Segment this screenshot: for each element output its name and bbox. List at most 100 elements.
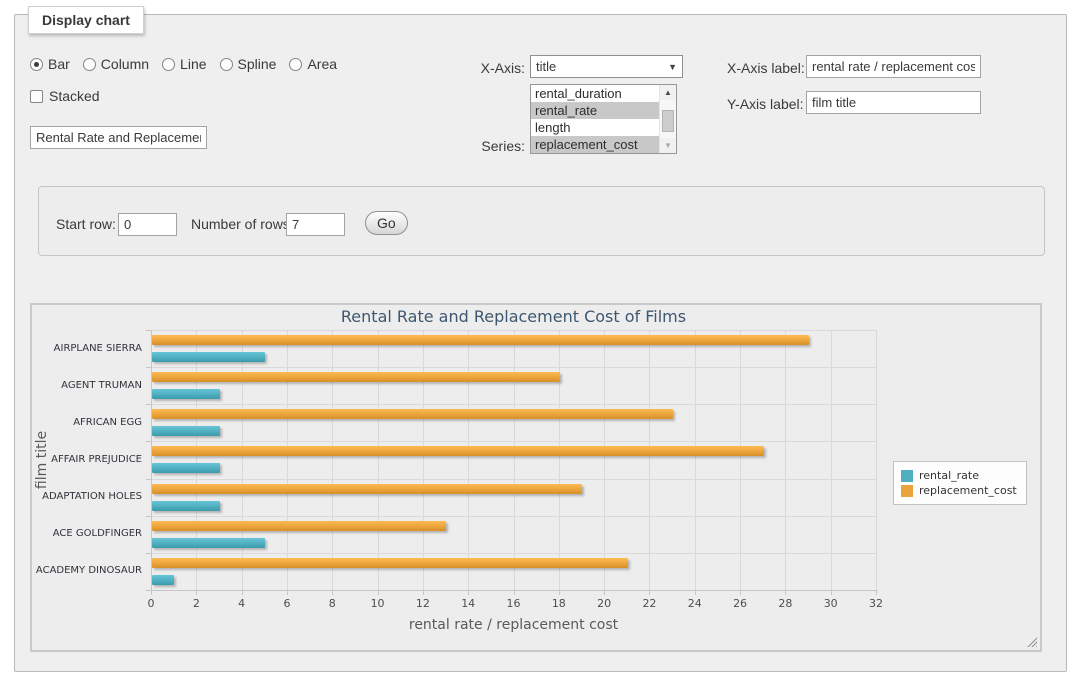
num-rows-label: Number of rows: <box>191 216 294 232</box>
y-axis-label-input[interactable] <box>806 91 981 114</box>
bar-replacement-cost <box>152 409 673 419</box>
radio-label: Column <box>101 56 149 72</box>
gridline <box>151 441 876 442</box>
checkbox-icon[interactable] <box>30 90 43 103</box>
scroll-up-icon[interactable]: ▲ <box>660 85 676 100</box>
category-label: AFFAIR PREJUDICE <box>32 454 142 465</box>
bar-replacement-cost <box>152 521 446 531</box>
category-label: ADAPTATION HOLES <box>32 491 142 502</box>
series-scrollbar[interactable]: ▲ ▼ <box>659 85 676 153</box>
x-tick-label: 28 <box>772 597 798 610</box>
x-tick-label: 8 <box>319 597 345 610</box>
radio-label: Area <box>307 56 337 72</box>
x-tick-label: 4 <box>229 597 255 610</box>
series-option-rental-rate[interactable]: rental_rate <box>531 102 659 119</box>
legend-item-replacement-cost[interactable]: replacement_cost <box>901 484 1017 497</box>
gridline <box>151 516 876 517</box>
gridline <box>332 330 333 590</box>
bar-rental-rate <box>152 426 220 436</box>
gridline <box>604 330 605 590</box>
radio-icon[interactable] <box>289 58 302 71</box>
x-axis-label-label: X-Axis label: <box>727 60 805 76</box>
rows-panel: Start row: Number of rows: Go <box>38 186 1045 256</box>
series-option-rental-duration[interactable]: rental_duration <box>531 85 659 102</box>
bar-rental-rate <box>152 463 220 473</box>
chart-title-input[interactable] <box>30 126 207 149</box>
x-tick-label: 24 <box>682 597 708 610</box>
gridline <box>151 553 876 554</box>
gridline <box>151 479 876 480</box>
legend-label: replacement_cost <box>919 484 1017 497</box>
x-tick-label: 10 <box>365 597 391 610</box>
radio-label: Line <box>180 56 206 72</box>
bar-replacement-cost <box>152 558 628 568</box>
category-label: AFRICAN EGG <box>32 417 142 428</box>
gridline <box>785 330 786 590</box>
gridline <box>378 330 379 590</box>
chart-type-radio-spline[interactable]: Spline <box>220 56 277 72</box>
category-label: ACE GOLDFINGER <box>32 528 142 539</box>
fieldset-legend: Display chart <box>28 6 144 34</box>
go-button[interactable]: Go <box>365 211 408 235</box>
gridline <box>196 330 197 590</box>
stacked-label: Stacked <box>49 88 100 104</box>
gridline <box>876 330 877 590</box>
gridline <box>740 330 741 590</box>
radio-icon[interactable] <box>30 58 43 71</box>
series-option-replacement-cost[interactable]: replacement_cost <box>531 136 659 153</box>
x-tick-label: 12 <box>410 597 436 610</box>
gridline <box>423 330 424 590</box>
x-tick-label: 20 <box>591 597 617 610</box>
stacked-checkbox[interactable]: Stacked <box>30 88 100 104</box>
chart-type-radio-bar[interactable]: Bar <box>30 56 70 72</box>
legend-item-rental-rate[interactable]: rental_rate <box>901 469 1017 482</box>
x-axis-label-input[interactable] <box>806 55 981 78</box>
chart-type-radio-area[interactable]: Area <box>289 56 337 72</box>
x-tick-label: 16 <box>501 597 527 610</box>
chart-type-radio-line[interactable]: Line <box>162 56 206 72</box>
radio-icon[interactable] <box>220 58 233 71</box>
chart-type-radio-group: Bar Column Line Spline Area <box>30 56 350 72</box>
gridline <box>468 330 469 590</box>
num-rows-input[interactable] <box>286 213 345 236</box>
bar-rental-rate <box>152 501 220 511</box>
gridline <box>831 330 832 590</box>
x-tick-label: 18 <box>546 597 572 610</box>
bar-rental-rate <box>152 352 265 362</box>
x-axis-line <box>151 590 877 591</box>
x-tick-label: 30 <box>818 597 844 610</box>
scroll-down-icon[interactable]: ▼ <box>660 138 676 153</box>
bar-rental-rate <box>152 538 265 548</box>
series-listbox[interactable]: rental_durationrental_ratelengthreplacem… <box>530 84 677 154</box>
gridline <box>559 330 560 590</box>
bar-rental-rate <box>152 389 220 399</box>
chart-legend: rental_rate replacement_cost <box>893 461 1027 505</box>
x-axis-select[interactable]: title ▼ <box>530 55 683 78</box>
x-tick-label: 14 <box>455 597 481 610</box>
series-option-length[interactable]: length <box>531 119 659 136</box>
bar-replacement-cost <box>152 484 582 494</box>
radio-icon[interactable] <box>83 58 96 71</box>
series-select-label: Series: <box>426 138 525 154</box>
x-tick-label: 32 <box>863 597 889 610</box>
start-row-input[interactable] <box>118 213 177 236</box>
x-tick-label: 6 <box>274 597 300 610</box>
gridline <box>151 330 876 331</box>
y-axis-label-label: Y-Axis label: <box>727 96 804 112</box>
legend-swatch-icon <box>901 485 913 497</box>
radio-label: Bar <box>48 56 70 72</box>
chart-container: Rental Rate and Replacement Cost of Film… <box>30 303 1042 652</box>
scrollbar-thumb[interactable] <box>662 110 674 132</box>
x-tick-label: 2 <box>183 597 209 610</box>
gridline <box>514 330 515 590</box>
chart-type-radio-column[interactable]: Column <box>83 56 149 72</box>
radio-label: Spline <box>238 56 277 72</box>
chart-title: Rental Rate and Replacement Cost of Film… <box>151 307 876 326</box>
category-label: AGENT TRUMAN <box>32 380 142 391</box>
bar-replacement-cost <box>152 446 764 456</box>
series-options: rental_durationrental_ratelengthreplacem… <box>531 85 676 153</box>
gridline <box>695 330 696 590</box>
radio-icon[interactable] <box>162 58 175 71</box>
page: Display chart Bar Column Line Spline Area St… <box>0 0 1081 681</box>
bar-replacement-cost <box>152 335 809 345</box>
